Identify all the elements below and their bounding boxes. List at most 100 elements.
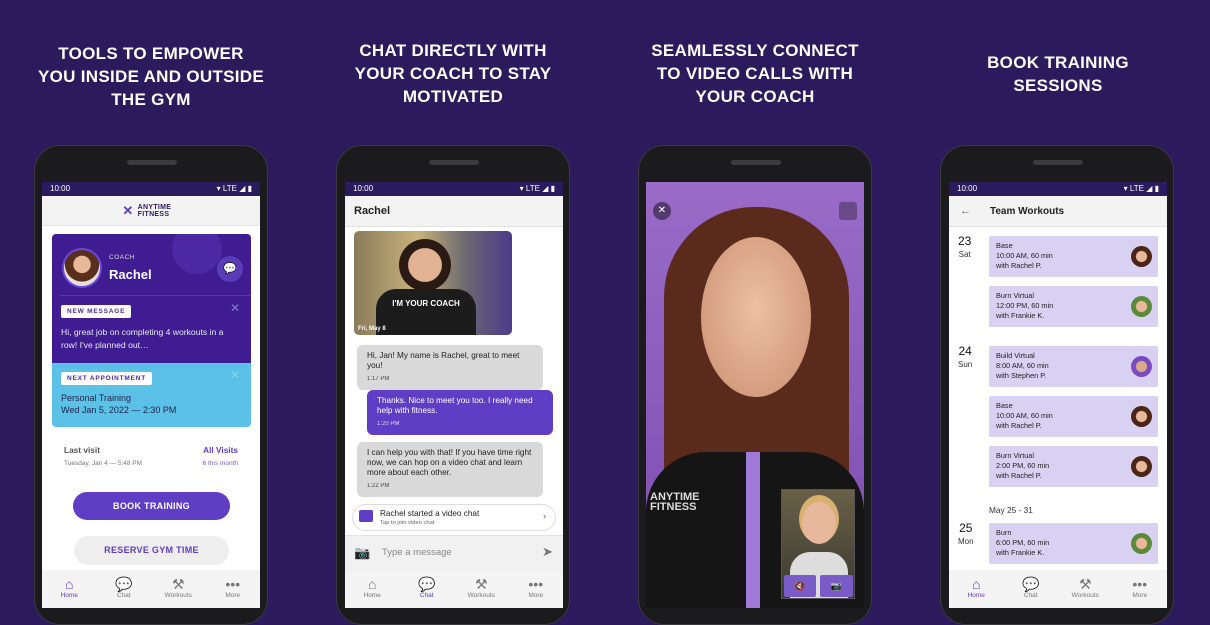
more-icon: ••• (528, 576, 544, 592)
send-icon[interactable]: ➤ (542, 544, 553, 560)
headline-line: YOU INSIDE AND OUTSIDE (37, 67, 265, 86)
mute-button[interactable]: 🔇 (784, 575, 816, 597)
workout-card[interactable]: Base 10:00 AM, 60 min with Rachel P. (989, 396, 1158, 437)
nav-workouts[interactable]: ⚒ Workouts (1058, 570, 1113, 608)
home-screen: 10:00 ▾ LTE ◢ ▮ ✕ ANYTIME FITNESS COACH R… (42, 182, 260, 608)
switch-camera-icon: 📷 (830, 581, 843, 591)
shirt-logo: ANYTIME FITNESS (650, 491, 700, 513)
photo-date: Fri, May 8 (358, 326, 386, 332)
headline-1: TOOLS TO EMPOWER YOU INSIDE AND OUTSIDE … (1, 42, 301, 111)
more-icon: ••• (1132, 576, 1148, 592)
workout-time: 8:00 AM, 60 min (996, 361, 1049, 370)
workout-card[interactable]: Base 10:00 AM, 60 min with Rachel P. (989, 236, 1158, 277)
chevron-right-icon: › (543, 511, 546, 521)
workout-name: Burn Virtual (996, 451, 1034, 460)
message-composer: 📷 Type a message ➤ (345, 535, 563, 570)
nav-label: Workouts (164, 592, 192, 599)
dumbbell-icon: ⚒ (1078, 576, 1092, 592)
dismiss-message-icon[interactable]: ✕ (230, 301, 240, 315)
coach-photo[interactable]: I'M YOUR COACH Fri, May 8 (354, 231, 512, 335)
message-time: 1:22 PM (367, 483, 390, 489)
card-decoration (172, 234, 222, 274)
workout-coach: with Frankie K. (996, 548, 1045, 557)
workout-coach: with Rachel P. (996, 471, 1042, 480)
coach-card[interactable]: COACH Rachel 💬 NEW MESSAGE ✕ Hi, great j… (52, 234, 251, 363)
self-view-pip[interactable]: 🔇 📷 (781, 489, 855, 599)
message-preview[interactable]: Hi, great job on completing 4 workouts i… (61, 326, 236, 352)
nav-chat[interactable]: 💬 Chat (400, 570, 455, 608)
bottom-nav: ⌂ Home 💬 Chat ⚒ Workouts ••• More (949, 570, 1167, 608)
appointment-card[interactable]: NEXT APPOINTMENT ✕ Personal Training Wed… (52, 363, 251, 427)
nav-more[interactable]: ••• More (509, 570, 564, 608)
chat-coach-button[interactable]: 💬 (217, 256, 243, 282)
nav-home[interactable]: ⌂ Home (42, 570, 97, 608)
status-time: 10:00 (353, 184, 374, 193)
nav-home[interactable]: ⌂ Home (345, 570, 400, 608)
home-icon: ⌂ (972, 576, 981, 592)
workout-time: 6:00 PM, 60 min (996, 538, 1050, 547)
workout-coach: with Rachel P. (996, 261, 1042, 270)
shirt-text: I'M YOUR COACH (392, 299, 460, 308)
last-visit-label: Last visit (64, 445, 100, 455)
coach-figure (399, 239, 451, 291)
workout-card[interactable]: Burn 6:00 PM, 60 min with Frankie K. (989, 523, 1158, 564)
workout-card[interactable]: Burn Virtual 12:00 PM, 60 min with Frankie… (989, 286, 1158, 327)
self-view-face (802, 502, 836, 544)
divider (60, 295, 251, 296)
headline-line: CHAT DIRECTLY WITH (359, 41, 547, 60)
nav-workouts[interactable]: ⚒ Workouts (454, 570, 509, 608)
camera-icon[interactable]: 📷 (354, 545, 370, 561)
headline-line: TO VIDEO CALLS WITH (656, 64, 854, 83)
nav-chat[interactable]: 💬 Chat (1004, 570, 1059, 608)
speaker (731, 160, 781, 165)
workout-time: 10:00 AM, 60 min (996, 251, 1053, 260)
date-25: 25 Mon (958, 522, 974, 548)
back-arrow-icon[interactable]: ← (960, 196, 971, 227)
workout-card[interactable]: Build Virtual 8:00 AM, 60 min with Stephen… (989, 346, 1158, 387)
speaker (1033, 160, 1083, 165)
appointment-title: Personal Training (61, 393, 132, 403)
status-bar: 10:00 ▾ LTE ◢ ▮ (345, 182, 563, 196)
nav-workouts[interactable]: ⚒ Workouts (151, 570, 206, 608)
speaker-mute-icon: 🔇 (794, 581, 806, 591)
workout-time: 10:00 AM, 60 min (996, 411, 1053, 420)
coach-label: COACH (109, 254, 135, 261)
end-call-button[interactable]: ✕ (653, 202, 671, 220)
nav-more[interactable]: ••• More (206, 570, 261, 608)
date-23: 23 Sat (958, 235, 971, 261)
close-icon: ✕ (657, 205, 667, 216)
switch-camera-button[interactable]: 📷 (820, 575, 853, 597)
coach-name: Rachel (109, 267, 152, 282)
join-video-chat-card[interactable]: Rachel started a video chat Tap to join … (352, 504, 556, 531)
day-name: Mon (958, 537, 974, 546)
message-input[interactable]: Type a message (382, 547, 452, 558)
nav-label: Chat (419, 592, 434, 599)
book-training-button[interactable]: BOOK TRAINING (73, 492, 230, 520)
headline-line: TOOLS TO EMPOWER (58, 44, 244, 63)
dumbbell-icon: ⚒ (171, 576, 185, 592)
dismiss-appointment-icon[interactable]: ✕ (230, 368, 240, 382)
status-bar: 10:00 ▾ LTE ◢ ▮ (42, 182, 260, 196)
workout-card[interactable]: Burn Virtual 2:00 PM, 60 min with Rachel P… (989, 446, 1158, 487)
headline-line: YOUR COACH TO STAY (354, 64, 552, 83)
chat-title: Rachel (354, 205, 391, 217)
nav-label: Home (60, 592, 78, 599)
message-text: Thanks. Nice to meet you too. I really n… (377, 396, 533, 415)
nav-home[interactable]: ⌂ Home (949, 570, 1004, 608)
video-call-screen: ANYTIME FITNESS ✕ 🔇 📷 (646, 182, 864, 608)
new-message-badge: NEW MESSAGE (61, 305, 132, 318)
message-time: 1:17 PM (367, 376, 390, 382)
status-icons: ▾ LTE ◢ ▮ (1123, 184, 1159, 193)
nav-label: More (225, 592, 241, 599)
reserve-gym-time-button[interactable]: RESERVE GYM TIME (74, 536, 229, 565)
all-visits-link[interactable]: All Visits (203, 445, 238, 455)
signal-strength-icon (839, 202, 857, 220)
status-time: 10:00 (50, 184, 71, 193)
nav-more[interactable]: ••• More (1113, 570, 1168, 608)
home-icon: ⌂ (65, 576, 74, 592)
nav-chat[interactable]: 💬 Chat (97, 570, 152, 608)
nav-label: Workouts (467, 592, 495, 599)
logo-icon: ✕ (122, 203, 134, 218)
chat-icon: 💬 (115, 576, 133, 592)
nav-label: Chat (1023, 592, 1038, 599)
